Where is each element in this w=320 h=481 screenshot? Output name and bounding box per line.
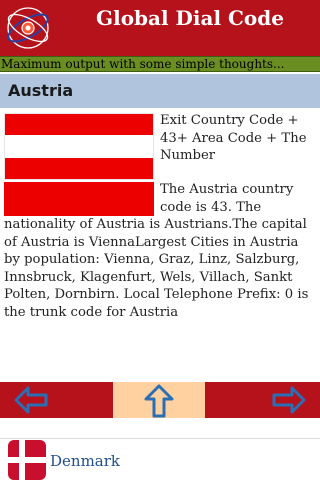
austria-flag-image — [4, 113, 154, 180]
country-content: Exit Country Code + 43+ Area Code + The … — [4, 112, 314, 321]
app-title: Global Dial Code — [96, 6, 284, 30]
arrow-left-icon[interactable] — [14, 384, 48, 416]
list-item-denmark[interactable]: Denmark — [0, 438, 320, 481]
navigation-bar — [0, 382, 320, 418]
globe-phone-logo — [7, 7, 49, 49]
app-header: Global Dial Code — [0, 0, 320, 56]
arrow-up-icon[interactable] — [143, 384, 175, 418]
arrow-right-icon[interactable] — [272, 384, 306, 416]
denmark-flag-icon — [8, 440, 46, 480]
ad-banner[interactable]: Maximum output with some simple thoughts… — [0, 56, 320, 72]
country-title: Austria — [0, 74, 320, 108]
austria-flag-partial — [4, 182, 154, 216]
list-item-label: Denmark — [50, 452, 120, 470]
